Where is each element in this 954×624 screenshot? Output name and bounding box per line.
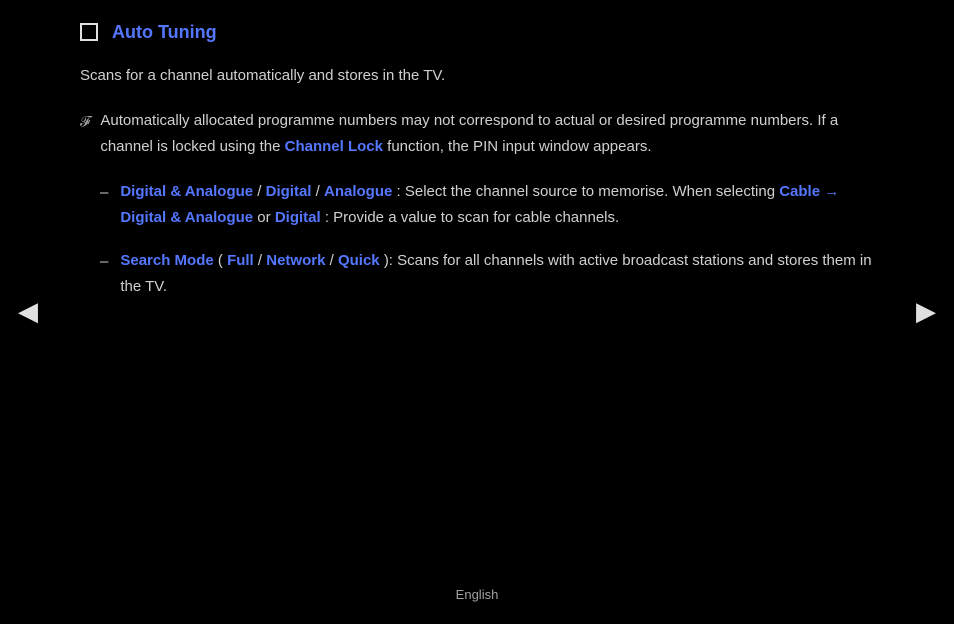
note-row: 𝓕 Automatically allocated programme numb… <box>80 108 874 159</box>
bullet1-or: or <box>257 209 275 226</box>
quick-label: Quick <box>338 252 380 269</box>
nav-right-arrow[interactable]: ▶ <box>916 291 936 333</box>
title-icon <box>80 23 98 41</box>
footer-language: English <box>456 585 499 606</box>
page-title: Auto Tuning <box>112 18 217 47</box>
bullet-dash-2: – <box>100 250 108 274</box>
network-label: Network <box>266 252 325 269</box>
note-text: Automatically allocated programme number… <box>100 108 874 159</box>
sep1: / <box>257 183 265 200</box>
title-row: Auto Tuning <box>80 18 874 47</box>
bullet-list: – Digital & Analogue / Digital / Analogu… <box>100 179 874 299</box>
bullet-dash-1: – <box>100 181 108 205</box>
note-icon: 𝓕 <box>80 110 90 132</box>
intro-paragraph: Scans for a channel automatically and st… <box>80 63 874 89</box>
analogue-label: Analogue <box>324 183 392 200</box>
bullet1-body: : Select the channel source to memorise.… <box>397 183 780 200</box>
main-content: Auto Tuning Scans for a channel automati… <box>0 0 954 377</box>
bullet-item-1: – Digital & Analogue / Digital / Analogu… <box>100 179 874 230</box>
digital-analogue-label: Digital & Analogue <box>120 183 253 200</box>
bullet-item-2: – Search Mode ( Full / Network / Quick )… <box>100 248 874 299</box>
bullet1-end: : Provide a value to scan for cable chan… <box>325 209 619 226</box>
nav-left-arrow[interactable]: ◀ <box>18 291 38 333</box>
paren-open: ( <box>218 252 223 269</box>
bullet-content-2: Search Mode ( Full / Network / Quick ): … <box>120 248 874 299</box>
search-mode-label: Search Mode <box>120 252 213 269</box>
sep4: / <box>330 252 338 269</box>
channel-lock-link: Channel Lock <box>285 138 383 155</box>
digital-label: Digital <box>266 183 312 200</box>
sep2: / <box>316 183 324 200</box>
sep3: / <box>258 252 266 269</box>
digital-label-2: Digital <box>275 209 321 226</box>
full-label: Full <box>227 252 254 269</box>
bullet-content-1: Digital & Analogue / Digital / Analogue … <box>120 179 874 230</box>
